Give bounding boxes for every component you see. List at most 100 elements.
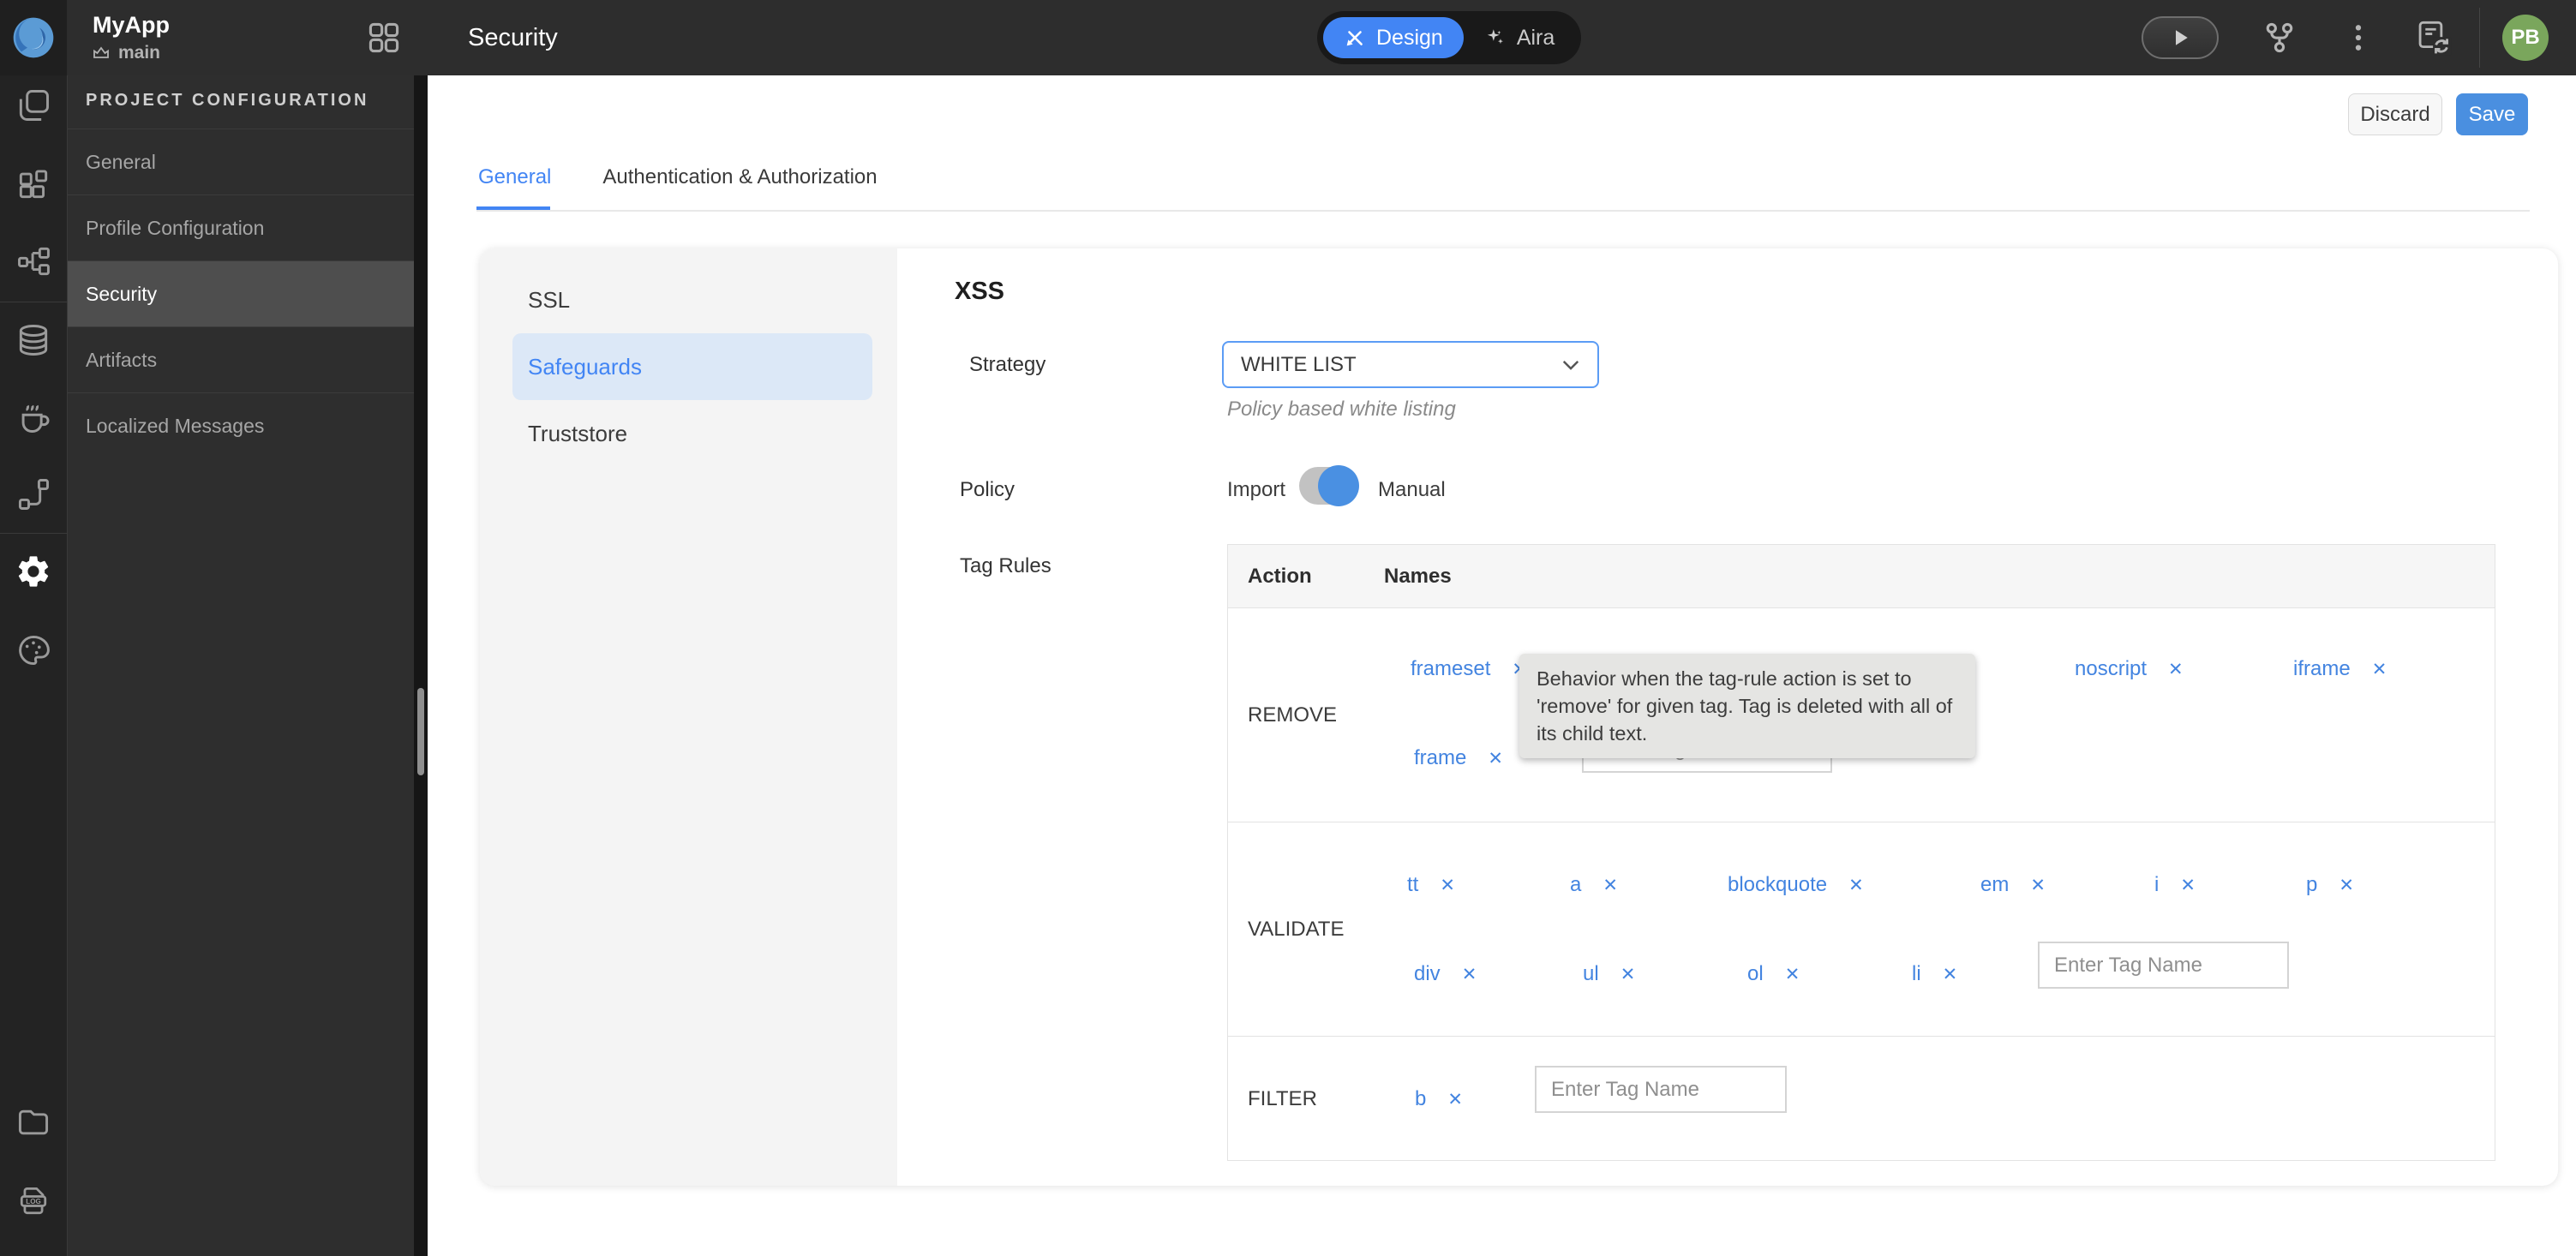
settings-gear-icon[interactable] bbox=[15, 553, 52, 590]
enter-tag-name-input[interactable] bbox=[2038, 942, 2289, 989]
aira-mode-button[interactable]: Aira bbox=[1464, 17, 1575, 58]
mode-switcher: Design Aira bbox=[1317, 11, 1582, 64]
tag-name[interactable]: frameset bbox=[1411, 657, 1490, 681]
tag-chip: frame ✕ bbox=[1414, 745, 1503, 771]
remove-tag-icon[interactable]: ✕ bbox=[1447, 1089, 1463, 1110]
tab-general[interactable]: General bbox=[476, 157, 553, 198]
tag-name[interactable]: noscript bbox=[2075, 657, 2147, 681]
tag-name[interactable]: iframe bbox=[2293, 657, 2351, 681]
nav-item-truststore[interactable]: Truststore bbox=[512, 400, 872, 467]
policy-import-label: Import bbox=[1226, 478, 1285, 501]
remove-tag-icon[interactable]: ✕ bbox=[2372, 659, 2387, 680]
column-header-action: Action bbox=[1248, 564, 1312, 588]
tag-name[interactable]: a bbox=[1570, 873, 1581, 897]
connectors-icon[interactable] bbox=[15, 475, 52, 513]
remove-tag-icon[interactable]: ✕ bbox=[2168, 659, 2184, 680]
sidebar-item-artifacts[interactable]: Artifacts bbox=[68, 326, 415, 392]
strategy-help-text: Policy based white listing bbox=[1227, 398, 1456, 421]
remove-tag-icon[interactable]: ✕ bbox=[1848, 875, 1864, 896]
remove-tag-icon[interactable]: ✕ bbox=[1488, 748, 1503, 769]
branch-crown-icon bbox=[93, 46, 109, 58]
document-sync-icon[interactable] bbox=[2414, 18, 2453, 57]
nav-item-ssl[interactable]: SSL bbox=[512, 266, 872, 333]
chevron-down-icon bbox=[1562, 360, 1579, 370]
tag-name[interactable]: p bbox=[2306, 873, 2317, 897]
more-options-kebab-icon[interactable] bbox=[2339, 18, 2378, 57]
database-icon[interactable] bbox=[15, 321, 52, 359]
design-mode-button[interactable]: Design bbox=[1323, 17, 1464, 58]
tag-chip: noscript ✕ bbox=[2075, 656, 2184, 682]
tag-chip: em ✕ bbox=[1980, 872, 2046, 898]
remove-tag-icon[interactable]: ✕ bbox=[1603, 875, 1618, 896]
sparkles-icon bbox=[1487, 29, 1503, 45]
api-flow-icon[interactable] bbox=[15, 242, 52, 280]
toggle-knob bbox=[1318, 465, 1359, 506]
remove-tag-icon[interactable]: ✕ bbox=[1620, 964, 1636, 985]
widgets-icon[interactable] bbox=[15, 165, 52, 203]
remove-tag-icon[interactable]: ✕ bbox=[1462, 964, 1477, 985]
tag-chip: tt ✕ bbox=[1407, 872, 1455, 898]
project-config-header: PROJECT CONFIGURATION bbox=[86, 91, 369, 110]
remove-tag-icon[interactable]: ✕ bbox=[2180, 875, 2196, 896]
column-header-names: Names bbox=[1384, 564, 1452, 588]
java-services-icon[interactable] bbox=[15, 398, 52, 436]
policy-manual-label: Manual bbox=[1378, 478, 1446, 501]
pages-icon[interactable] bbox=[15, 87, 52, 124]
table-row-validate: VALIDATE tt ✕ a ✕ blockquote ✕ em ✕ i ✕ … bbox=[1228, 822, 2495, 1036]
tag-name[interactable]: blockquote bbox=[1728, 873, 1827, 897]
branch-graph-icon[interactable] bbox=[2260, 18, 2299, 57]
remove-tag-icon[interactable]: ✕ bbox=[1785, 964, 1800, 985]
run-preview-button[interactable] bbox=[2142, 16, 2219, 59]
table-row-filter: FILTER b ✕ bbox=[1228, 1036, 2495, 1161]
tag-name[interactable]: tt bbox=[1407, 873, 1418, 897]
strategy-select[interactable]: WHITE LIST bbox=[1222, 341, 1599, 388]
nav-item-safeguards[interactable]: Safeguards bbox=[512, 333, 872, 400]
save-button[interactable]: Save bbox=[2456, 93, 2528, 135]
main-content: Discard Save General Authentication & Au… bbox=[428, 75, 2576, 1256]
tab-authentication-authorization[interactable]: Authentication & Authorization bbox=[601, 157, 878, 198]
user-avatar[interactable]: PB bbox=[2502, 15, 2549, 61]
policy-label: Policy bbox=[960, 478, 1015, 501]
design-tools-icon bbox=[1346, 31, 1363, 46]
app-logo[interactable] bbox=[0, 0, 67, 75]
tag-chip: ol ✕ bbox=[1747, 961, 1800, 987]
sidebar-item-security[interactable]: Security bbox=[68, 260, 415, 326]
names-cell: b ✕ bbox=[1363, 1037, 2495, 1161]
sidebar-item-localized-messages[interactable]: Localized Messages bbox=[68, 392, 415, 458]
sidebar-item-general[interactable]: General bbox=[68, 129, 415, 194]
wave-logo-icon bbox=[13, 17, 54, 58]
files-folder-icon[interactable] bbox=[15, 1103, 52, 1141]
topbar-actions: PB bbox=[2142, 0, 2576, 75]
enter-tag-name-input[interactable] bbox=[1535, 1066, 1787, 1113]
strategy-selected-value: WHITE LIST bbox=[1241, 352, 1357, 376]
remove-tag-icon[interactable]: ✕ bbox=[1440, 875, 1455, 896]
app-grid-icon[interactable] bbox=[365, 19, 403, 57]
names-cell: tt ✕ a ✕ blockquote ✕ em ✕ i ✕ p ✕ div ✕… bbox=[1363, 822, 2495, 1036]
tag-name[interactable]: i bbox=[2154, 873, 2159, 897]
tabs-baseline bbox=[476, 210, 2530, 212]
branch-indicator[interactable]: main bbox=[91, 43, 160, 63]
remove-tag-icon[interactable]: ✕ bbox=[2030, 875, 2046, 896]
tag-chip: iframe ✕ bbox=[2293, 656, 2387, 682]
logs-icon[interactable]: LOG bbox=[15, 1182, 52, 1220]
theme-palette-icon[interactable] bbox=[15, 631, 52, 669]
remove-tag-icon[interactable]: ✕ bbox=[2339, 875, 2354, 896]
app-name: MyApp bbox=[93, 12, 170, 38]
sidebar-item-profile-configuration[interactable]: Profile Configuration bbox=[68, 194, 415, 260]
tag-name[interactable]: ol bbox=[1747, 962, 1764, 986]
tag-name[interactable]: b bbox=[1415, 1087, 1426, 1111]
tag-name[interactable]: em bbox=[1980, 873, 2009, 897]
tag-chip: ul ✕ bbox=[1583, 961, 1635, 987]
branch-name: main bbox=[118, 43, 161, 63]
remove-tag-icon[interactable]: ✕ bbox=[1943, 964, 1958, 985]
tag-name[interactable]: li bbox=[1912, 962, 1921, 986]
action-cell: REMOVE bbox=[1248, 703, 1338, 727]
tag-chip: a ✕ bbox=[1570, 872, 1618, 898]
scrollbar-thumb[interactable] bbox=[417, 688, 424, 775]
tag-name[interactable]: frame bbox=[1414, 746, 1466, 770]
svg-text:LOG: LOG bbox=[26, 1198, 40, 1205]
policy-toggle[interactable] bbox=[1299, 465, 1359, 506]
tag-name[interactable]: ul bbox=[1583, 962, 1599, 986]
tag-name[interactable]: div bbox=[1414, 962, 1441, 986]
discard-button[interactable]: Discard bbox=[2348, 93, 2442, 135]
